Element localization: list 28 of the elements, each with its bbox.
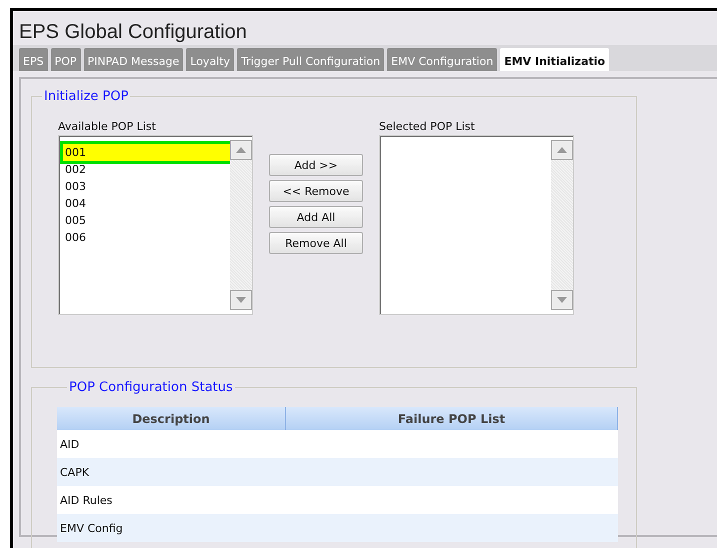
table-cell: AID Rules	[57, 486, 286, 514]
list-label: Available POP List	[58, 120, 157, 133]
list-item[interactable]: 001	[63, 144, 230, 161]
column-header: Failure POP List	[286, 407, 618, 430]
list-button[interactable]: Add >>	[269, 154, 363, 176]
available-pop-list[interactable]: 001 002 003 004 005 006	[58, 135, 253, 315]
scroll-down-icon[interactable]	[551, 290, 573, 310]
list-button[interactable]: << Remove	[269, 180, 363, 202]
window-title: EPS Global Configuration	[18, 20, 248, 45]
table-cell: AID	[57, 430, 286, 458]
selected-pop-list[interactable]	[379, 135, 574, 315]
tab[interactable]: EMV Initializatio	[500, 48, 610, 71]
list-item[interactable]: 003	[63, 178, 230, 195]
column-header: Description	[57, 407, 286, 430]
scroll-down-icon[interactable]	[230, 290, 252, 310]
list-item[interactable]: 005	[63, 212, 230, 229]
list-item[interactable]: 002	[63, 161, 230, 178]
list-item[interactable]: 006	[63, 229, 230, 246]
scroll-up-icon[interactable]	[230, 140, 252, 160]
group-legend: Initialize POP	[42, 89, 130, 104]
table-cell: CAPK	[57, 458, 286, 486]
list-label: Selected POP List	[379, 120, 476, 133]
list-button[interactable]: Add All	[269, 206, 363, 228]
list-button[interactable]: Remove All	[269, 232, 363, 254]
scroll-up-icon[interactable]	[551, 140, 573, 160]
group-legend: POP Configuration Status	[67, 380, 235, 395]
list-item[interactable]: 004	[63, 195, 230, 212]
table-cell: EMV Config	[57, 514, 286, 542]
